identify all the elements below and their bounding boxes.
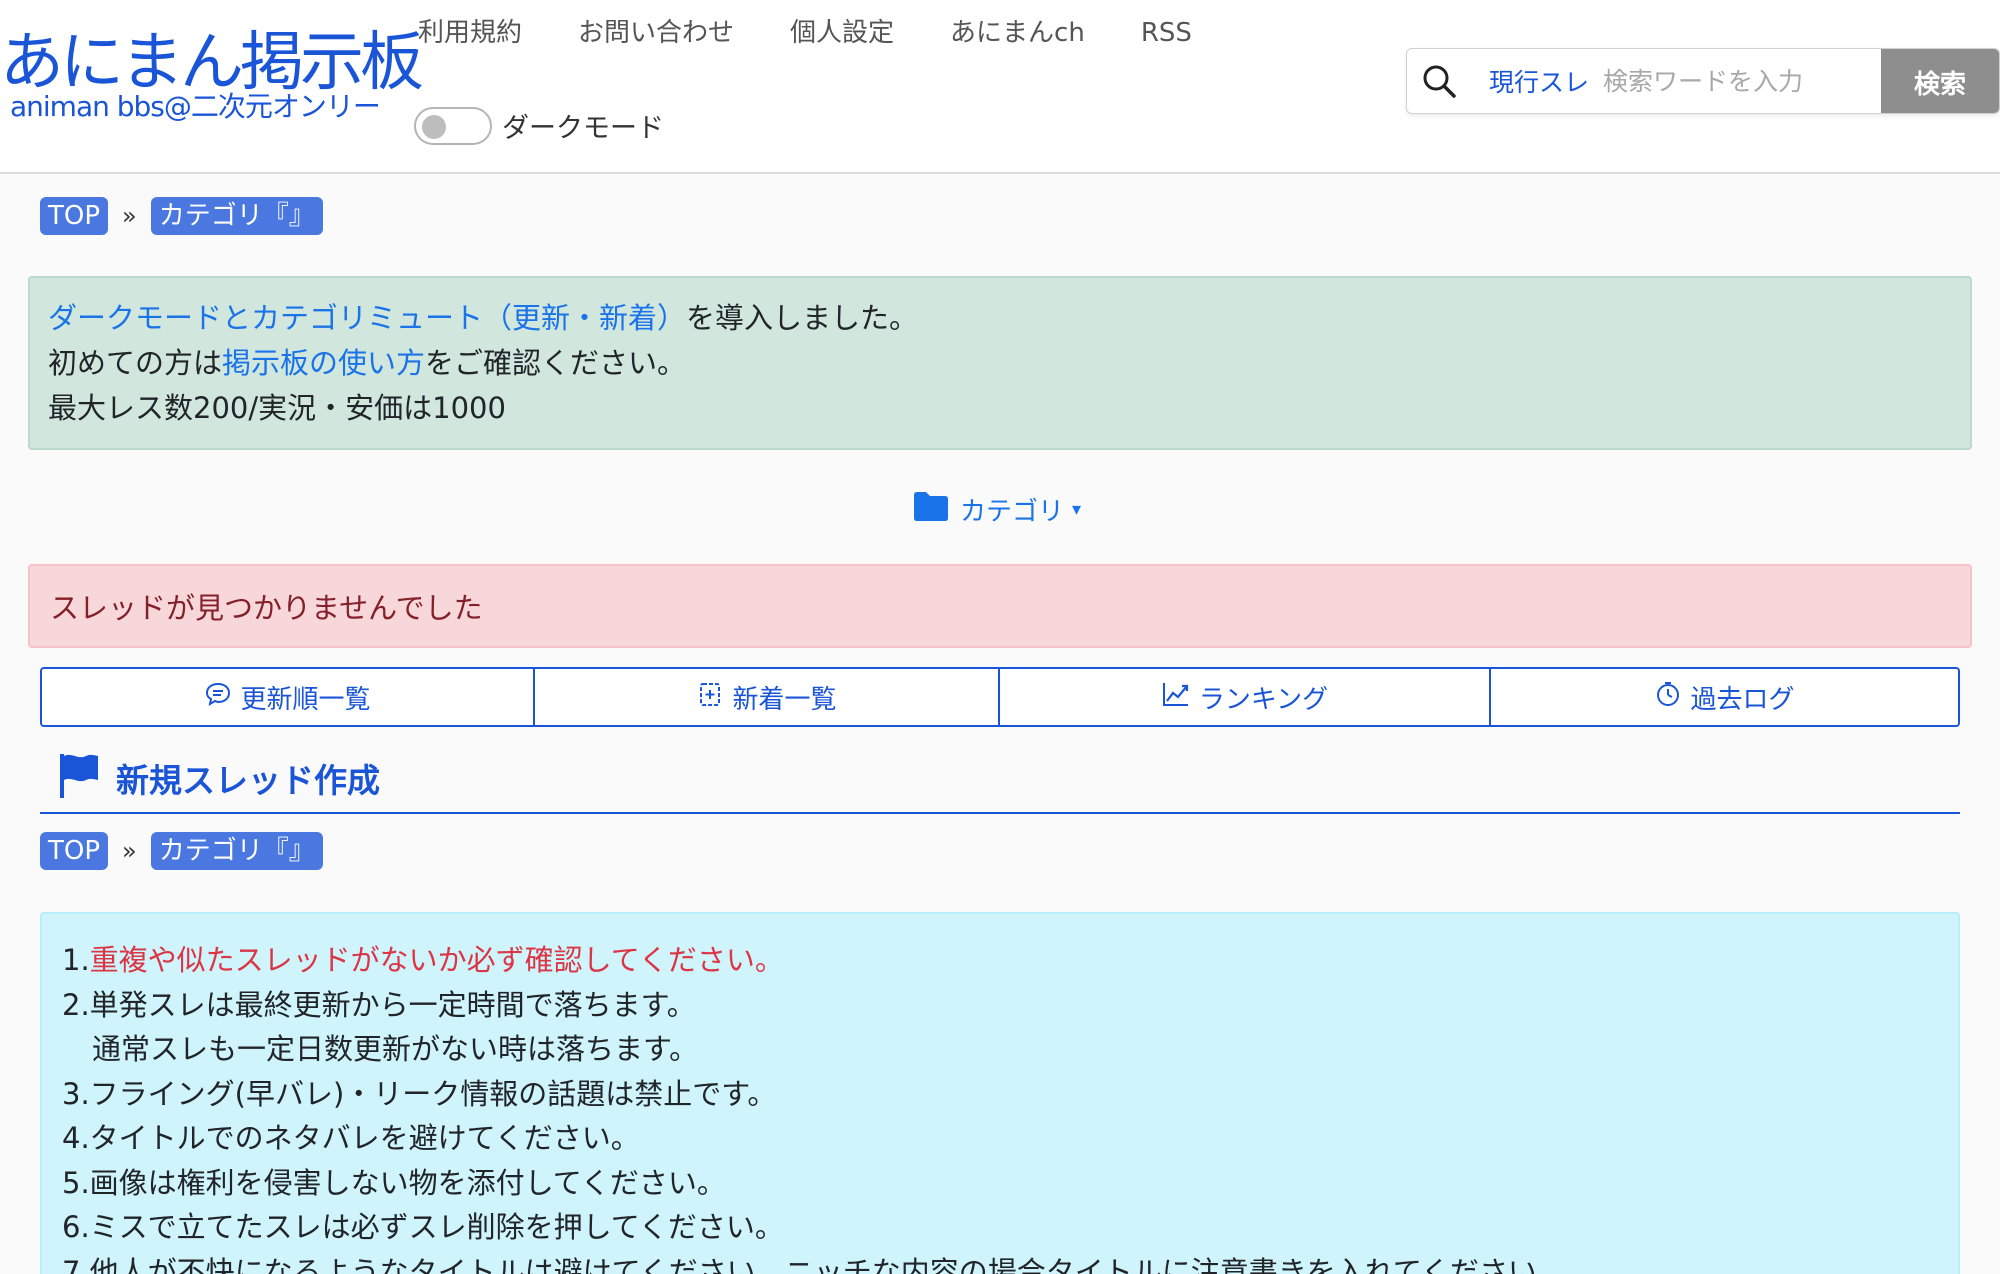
rule-2-continued: 通常スレも一定日数更新がない時は落ちます。 — [92, 1032, 699, 1066]
breadcrumb-category-link[interactable]: カテゴリ『』 — [150, 197, 323, 235]
tab-ranking[interactable]: ランキング — [1000, 669, 1491, 725]
breadcrumb-separator: » — [122, 202, 137, 230]
notice-alert: ダークモードとカテゴリミュート（更新・新着）を導入しました。 初めての方は掲示板… — [28, 276, 1972, 450]
notice-line-3: 最大レス数200/実況・安価は1000 — [48, 391, 506, 425]
site-header: あにまん掲示板 animan bbs@二次元オンリー 利用規約 お問い合わせ 個… — [0, 0, 2000, 174]
tab-ranking-label: ランキング — [1198, 684, 1329, 715]
rule-2: 2.単発スレは最終更新から一定時間で落ちます。 — [62, 987, 696, 1022]
breadcrumb-category-link[interactable]: カテゴリ『』 — [150, 832, 323, 870]
rule-4: 4.タイトルでのネタバレを避けてください。 — [62, 1121, 640, 1155]
dark-mode-label: ダークモード — [502, 113, 664, 144]
switch-knob — [422, 114, 446, 139]
rule-5: 5.画像は権利を侵害しない物を添付してください。 — [62, 1165, 726, 1200]
rule-3: 3.フライング(早バレ)・リーク情報の話題は禁止です。 — [62, 1076, 777, 1111]
tab-updated-list[interactable]: 更新順一覧 — [42, 669, 535, 725]
error-message: スレッドが見つかりませんでした — [50, 591, 483, 625]
nav-animanch-link[interactable]: あにまんch — [950, 14, 1085, 52]
breadcrumb-bottom: TOP » カテゴリ『』 — [40, 832, 323, 870]
breadcrumb-top-link[interactable]: TOP — [40, 832, 109, 870]
notice-line-2: 初めての方は掲示板の使い方をご確認ください。 — [48, 341, 1952, 386]
nav-contact-link[interactable]: お問い合わせ — [578, 14, 734, 52]
category-dropdown[interactable]: カテゴリ ▾ — [912, 490, 1081, 529]
notice-line-1: ダークモードとカテゴリミュート（更新・新着）を導入しました。 — [48, 296, 1952, 341]
tab-past-logs[interactable]: 過去ログ — [1491, 669, 1958, 725]
howto-link[interactable]: 掲示板の使い方 — [222, 346, 425, 380]
search-bar: 現行スレ 検索 — [1406, 48, 2000, 114]
search-scope-select[interactable]: 現行スレ — [1489, 63, 1589, 99]
new-doc-icon — [696, 680, 732, 715]
breadcrumb-separator: » — [122, 837, 137, 865]
search-icon — [1407, 49, 1471, 113]
list-tabs: 更新順一覧 新着一覧 ランキング 過去ログ — [40, 667, 1960, 727]
rule-1-number: 1. — [62, 943, 90, 977]
chat-icon — [204, 680, 240, 715]
nav-terms-link[interactable]: 利用規約 — [418, 14, 522, 52]
rule-1-text: 重複や似たスレッドがないか必ず確認してください。 — [89, 943, 784, 977]
logo-subtitle[interactable]: animan bbs@二次元オンリー — [10, 92, 420, 122]
clock-icon — [1654, 680, 1690, 715]
flag-icon — [58, 752, 100, 804]
site-logo[interactable]: あにまん掲示板 animan bbs@二次元オンリー — [0, 28, 424, 122]
breadcrumb: TOP » カテゴリ『』 — [40, 197, 323, 235]
search-button[interactable]: 検索 — [1881, 49, 1999, 113]
dark-mode-switch[interactable] — [414, 106, 492, 145]
category-dropdown-label: カテゴリ — [960, 497, 1065, 527]
dark-mode-toggle[interactable]: ダークモード — [414, 106, 664, 145]
new-thread-header: 新規スレッド作成 — [40, 744, 1960, 814]
rules-alert: 1.重複や似たスレッドがないか必ず確認してください。 2.単発スレは最終更新から… — [40, 912, 1960, 1274]
tab-new-list[interactable]: 新着一覧 — [535, 669, 1000, 725]
logo-title[interactable]: あにまん掲示板 — [0, 28, 424, 98]
chart-line-icon — [1161, 680, 1199, 715]
notice-line-1-text: を導入しました。 — [686, 301, 919, 335]
error-alert: スレッドが見つかりませんでした — [28, 564, 1972, 648]
new-thread-title: 新規スレッド作成 — [116, 761, 380, 800]
notice-line-2-pre: 初めての方は — [48, 346, 223, 380]
notice-line-2-post: をご確認ください。 — [425, 346, 687, 380]
breadcrumb-top-link[interactable]: TOP — [40, 197, 109, 235]
nav-settings-link[interactable]: 個人設定 — [790, 14, 894, 52]
tab-past-logs-label: 過去ログ — [1690, 684, 1795, 715]
notice-feature-link[interactable]: ダークモードとカテゴリミュート（更新・新着） — [48, 301, 686, 335]
search-input[interactable] — [1603, 66, 1893, 96]
caret-down-icon: ▾ — [1072, 499, 1082, 520]
rule-1: 1.重複や似たスレッドがないか必ず確認してください。 — [62, 938, 1938, 983]
top-nav: 利用規約 お問い合わせ 個人設定 あにまんch RSS — [418, 14, 1248, 52]
folder-icon — [912, 490, 950, 529]
tab-new-label: 新着一覧 — [732, 684, 837, 715]
rule-7: 7.他人が不快になるようなタイトルは避けてください。ニッチな内容の場合タイトルに… — [62, 1254, 1567, 1274]
nav-rss-link[interactable]: RSS — [1141, 14, 1192, 52]
rule-6: 6.ミスで立てたスレは必ずスレ削除を押してください。 — [62, 1210, 784, 1244]
tab-updated-label: 更新順一覧 — [240, 684, 371, 715]
